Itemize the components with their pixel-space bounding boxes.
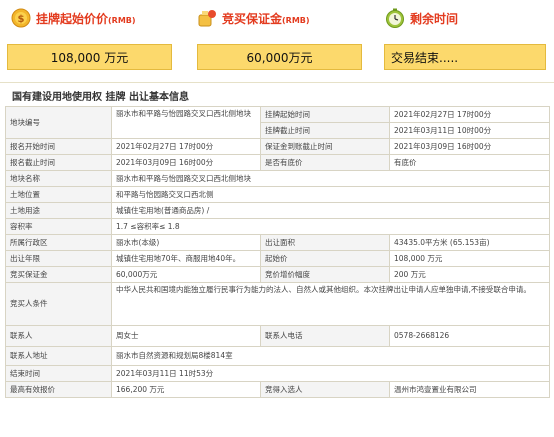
table-row: 最高有效报价 166,200 万元 竞得入选人 温州市鸿壹置业有限公司 — [5, 381, 550, 398]
top-bid-value: 166,200 万元 — [111, 381, 261, 398]
far-value: 1.7 ≤容积率≤ 1.8 — [111, 218, 550, 235]
deposit-value: 60,000万元 — [197, 44, 362, 70]
money-bag-icon — [196, 7, 218, 29]
term-label: 出让年限 — [5, 250, 112, 267]
listing-end-value: 2021年03月11日 10时00分 — [389, 122, 550, 139]
reserve-value: 有底价 — [389, 154, 550, 171]
table-row: 联系人 周女士 联系人电话 0578-2668126 — [5, 325, 550, 347]
table-row: 报名开始时间 2021年02月27日 17时00分 保证金到账截止时间 2021… — [5, 138, 550, 155]
bidder-value: 温州市鸿壹置业有限公司 — [389, 381, 550, 398]
increment-value: 200 万元 — [389, 266, 550, 283]
conditions-label: 竞买人条件 — [5, 282, 112, 326]
table-row: 结束时间 2021年03月11日 11时53分 — [5, 365, 550, 382]
reserve-label: 是否有底价 — [260, 154, 390, 171]
reg-end-label: 报名截止时间 — [5, 154, 112, 171]
location-value: 和平路与怡园路交叉口西北侧 — [111, 186, 550, 203]
deposit-deadline-value: 2021年03月09日 16时00分 — [389, 138, 550, 155]
deposit-deadline-label: 保证金到账截止时间 — [260, 138, 390, 155]
listing-start-value: 2021年02月27日 17时00分 — [389, 106, 550, 123]
start-price-cell: 108,000 万元 — [389, 250, 550, 267]
svg-text:$: $ — [18, 14, 25, 25]
address-value: 丽水市自然资源和规划局8楼814室 — [111, 346, 550, 366]
table-row: 土地位置 和平路与怡园路交叉口西北侧 — [5, 186, 550, 203]
parcel-name-label: 地块名称 — [5, 170, 112, 187]
deposit-header: 竞买保证金(RMB) — [196, 6, 310, 30]
table-row: 容积率 1.7 ≤容积率≤ 1.8 — [5, 218, 550, 235]
location-label: 土地位置 — [5, 186, 112, 203]
increment-label: 竞价增价幅度 — [260, 266, 390, 283]
table-row: 出让年限 城镇住宅用地70年、商服用地40年。 起始价 108,000 万元 — [5, 250, 550, 267]
top-bid-label: 最高有效报价 — [5, 381, 112, 398]
table-row: 所属行政区 丽水市(本级) 出让面积 43435.0平方米 (65.153亩) — [5, 234, 550, 251]
table-row: 竞买保证金 60,000万元 竞价增价幅度 200 万元 — [5, 266, 550, 283]
parcel-no-value: 丽水市和平路与怡园路交叉口西北侧地块 — [111, 106, 261, 139]
area-label: 出让面积 — [260, 234, 390, 251]
reg-end-value: 2021年03月09日 16时00分 — [111, 154, 261, 171]
table-row: 土地用途 城镇住宅用地(普通商品房) / — [5, 202, 550, 219]
conditions-value: 中华人民共和国境内能独立履行民事行为能力的法人、自然人或其他组织。本次挂牌出让申… — [111, 282, 550, 326]
contact-label: 联系人 — [5, 325, 112, 347]
far-label: 容积率 — [5, 218, 112, 235]
end-time-value: 2021年03月11日 11时53分 — [111, 365, 550, 382]
bid-deposit-value: 60,000万元 — [111, 266, 261, 283]
start-price-header: $ 挂牌起始价价(RMB) — [10, 6, 136, 30]
reg-start-value: 2021年02月27日 17时00分 — [111, 138, 261, 155]
reg-start-label: 报名开始时间 — [5, 138, 112, 155]
phone-label: 联系人电话 — [260, 325, 390, 347]
table-row: 联系人地址 丽水市自然资源和规划局8楼814室 — [5, 346, 550, 366]
contact-value: 周女士 — [111, 325, 261, 347]
transfer-info-table: 地块编号 丽水市和平路与怡园路交叉口西北侧地块 挂牌起始时间 2021年02月2… — [5, 106, 550, 398]
usage-value: 城镇住宅用地(普通商品房) / — [111, 202, 550, 219]
table-row: 地块名称 丽水市和平路与怡园路交叉口西北侧地块 — [5, 170, 550, 187]
table-row: 竞买人条件 中华人民共和国境内能独立履行民事行为能力的法人、自然人或其他组织。本… — [5, 282, 550, 326]
term-value: 城镇住宅用地70年、商服用地40年。 — [111, 250, 261, 267]
coin-icon: $ — [10, 7, 32, 29]
bidder-label: 竞得入选人 — [260, 381, 390, 398]
start-price-label: 起始价 — [260, 250, 390, 267]
bid-deposit-label: 竞买保证金 — [5, 266, 112, 283]
summary-bar: $ 挂牌起始价价(RMB) 108,000 万元 竞买保证金(RMB) 60,0… — [0, 0, 554, 80]
remaining-time-header: 剩余时间 — [384, 6, 458, 30]
end-time-label: 结束时间 — [5, 365, 112, 382]
listing-end-label: 挂牌截止时间 — [260, 122, 390, 139]
clock-icon — [384, 7, 406, 29]
section-header: 国有建设用地使用权 挂牌 出让基本信息 — [0, 82, 554, 107]
district-value: 丽水市(本级) — [111, 234, 261, 251]
parcel-no-label: 地块编号 — [5, 106, 112, 139]
listing-start-label: 挂牌起始时间 — [260, 106, 390, 123]
section-title: 国有建设用地使用权 挂牌 出让基本信息 — [12, 92, 189, 103]
start-price-value: 108,000 万元 — [7, 44, 172, 70]
table-row: 地块编号 丽水市和平路与怡园路交叉口西北侧地块 挂牌起始时间 2021年02月2… — [5, 106, 550, 139]
table-row: 报名截止时间 2021年03月09日 16时00分 是否有底价 有底价 — [5, 154, 550, 171]
address-label: 联系人地址 — [5, 346, 112, 366]
district-label: 所属行政区 — [5, 234, 112, 251]
remaining-time-value: 交易结束..... — [384, 44, 546, 70]
phone-value: 0578-2668126 — [389, 325, 550, 347]
parcel-name-value: 丽水市和平路与怡园路交叉口西北侧地块 — [111, 170, 550, 187]
area-value: 43435.0平方米 (65.153亩) — [389, 234, 550, 251]
usage-label: 土地用途 — [5, 202, 112, 219]
